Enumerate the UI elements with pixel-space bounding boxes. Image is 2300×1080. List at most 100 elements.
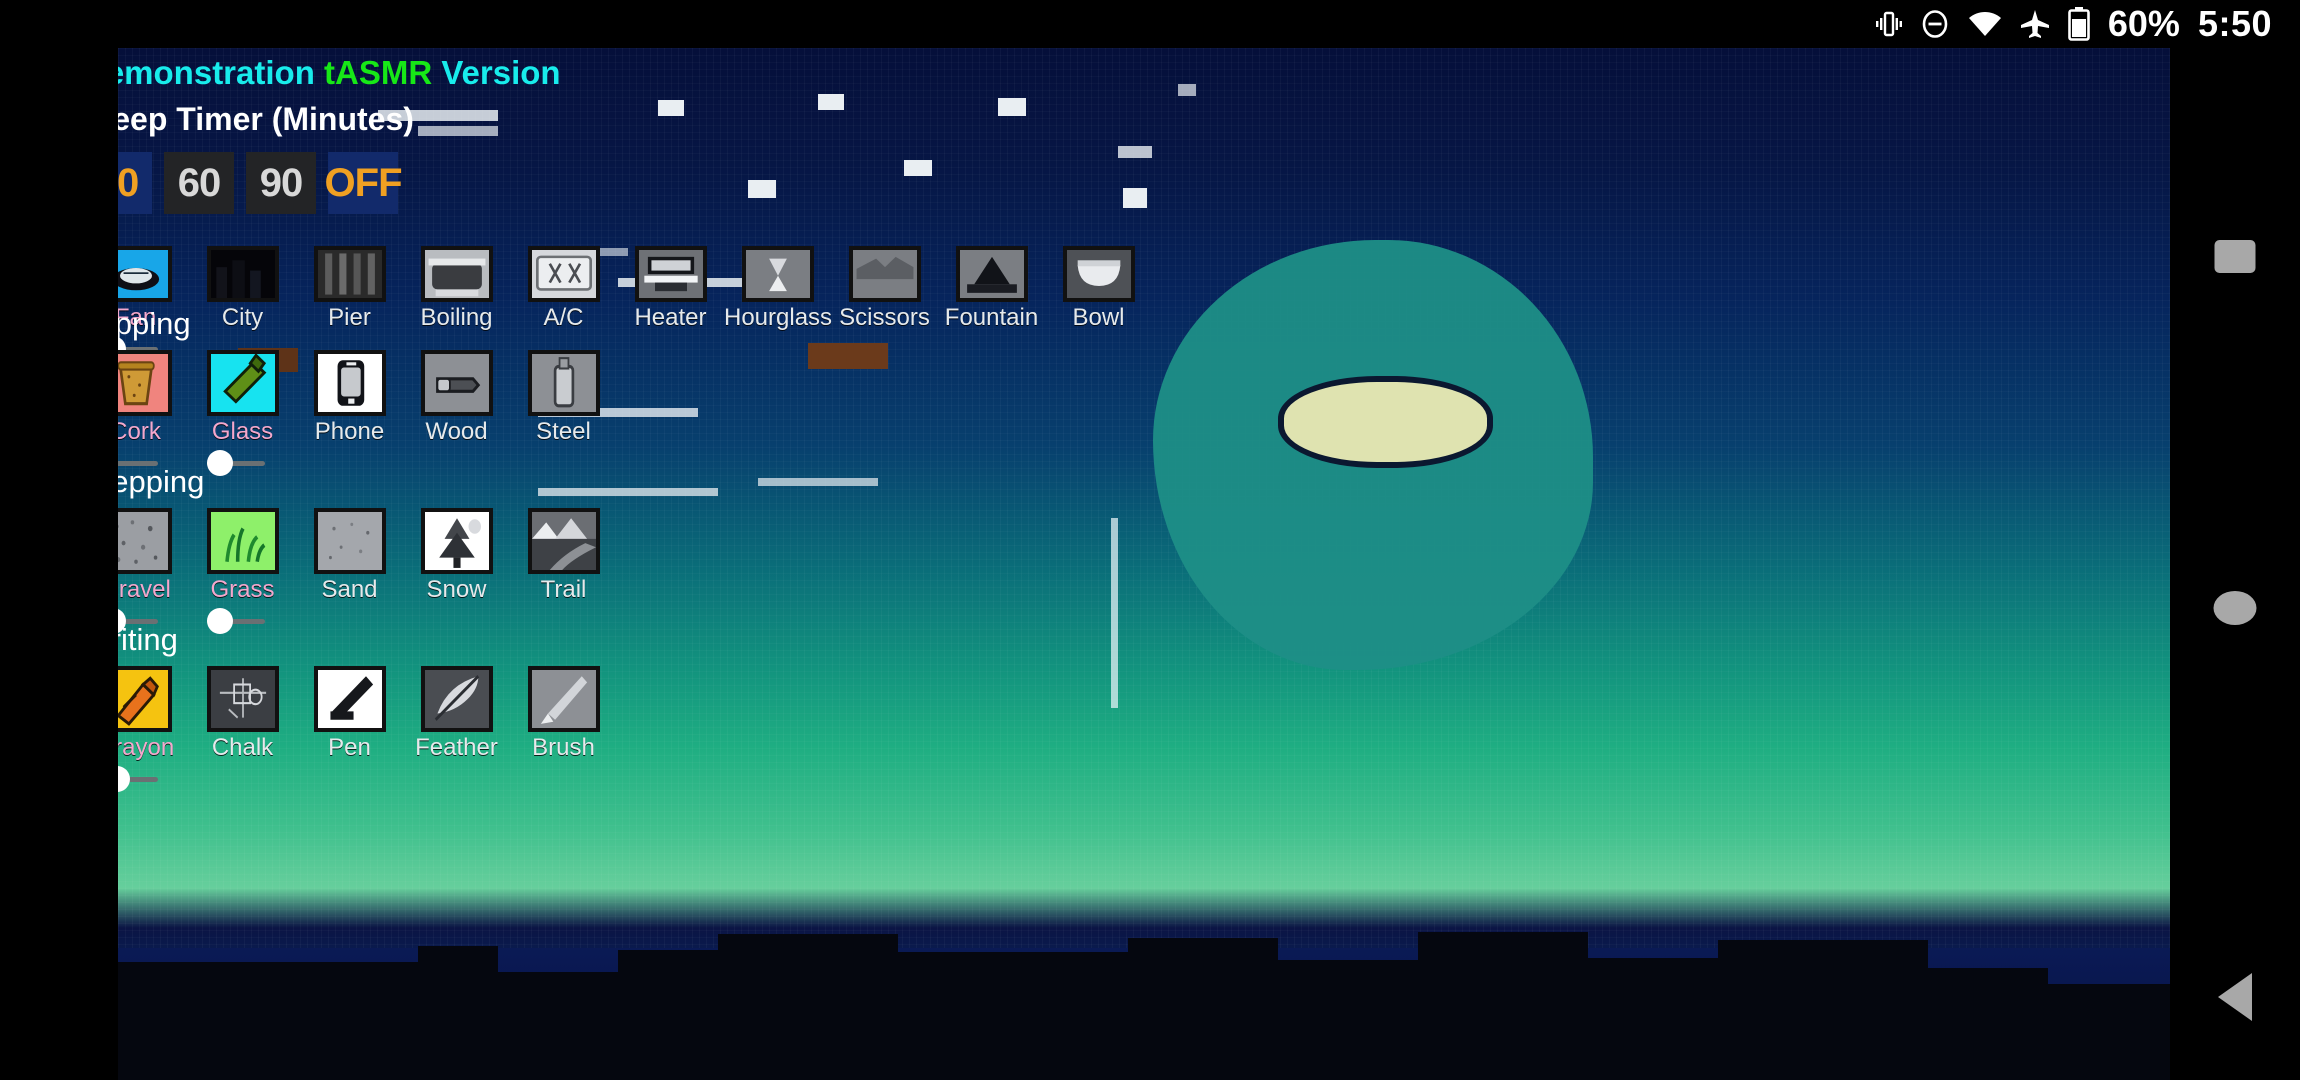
page-title-prefix: Demonstration	[118, 54, 315, 91]
grass-icon[interactable]	[206, 508, 279, 574]
sound-item-label: Phone	[314, 418, 385, 445]
home-circle-icon[interactable]	[2213, 591, 2257, 625]
ac-icon[interactable]	[527, 246, 600, 302]
sound-item-fountain[interactable]: Fountain	[938, 246, 1045, 362]
sound-item-steel[interactable]: Steel	[510, 350, 617, 476]
section-label-tapping: Tapping	[118, 306, 191, 341]
fountain-icon[interactable]	[955, 246, 1028, 302]
sound-item-crayon[interactable]: Crayon	[118, 666, 189, 792]
volume-slider[interactable]	[189, 450, 296, 476]
sound-item-pier[interactable]: Pier	[296, 246, 403, 362]
city-icon[interactable]	[206, 246, 279, 302]
volume-slider[interactable]	[189, 608, 296, 634]
volume-slider-knob[interactable]	[206, 608, 233, 634]
sound-item-fan[interactable]: Fan	[118, 246, 189, 362]
volume-slider-placeholder	[296, 450, 403, 476]
sound-item-label: Cork	[118, 418, 161, 445]
volume-slider[interactable]	[118, 766, 189, 792]
sound-item-sand[interactable]: Sand	[296, 508, 403, 634]
back-triangle-icon[interactable]	[2218, 973, 2252, 1021]
gravel-icon[interactable]	[118, 508, 172, 574]
sand-icon[interactable]	[313, 508, 386, 574]
hourglass-icon[interactable]	[741, 246, 814, 302]
sound-item-pen[interactable]: Pen	[296, 666, 403, 792]
sound-item-hourglass[interactable]: Hourglass	[724, 246, 833, 362]
pen-icon[interactable]	[313, 666, 386, 732]
volume-slider-placeholder	[296, 766, 403, 792]
sound-item-label: Hourglass	[724, 304, 833, 331]
sleep-timer-label: Sleep Timer (Minutes)	[118, 101, 414, 137]
sound-item-trail[interactable]: Trail	[510, 508, 617, 634]
phone-screen: 60% 5:50 monstration tASMR Version eep T…	[0, 0, 2300, 1080]
volume-slider-placeholder	[403, 450, 510, 476]
sound-item-bowl[interactable]: Bowl	[1045, 246, 1152, 362]
cork-icon[interactable]	[118, 350, 172, 416]
sound-item-label: Pen	[328, 734, 371, 761]
sound-item-heater[interactable]: Heater	[617, 246, 724, 362]
sound-item-cork[interactable]: Cork	[118, 350, 189, 476]
phone-icon[interactable]	[313, 350, 386, 416]
trail-icon[interactable]	[527, 508, 600, 574]
section-row-writing: Crayon Chalk Pen Feather Brush	[118, 666, 617, 792]
sleep-timer-option-30[interactable]: 30	[118, 152, 152, 214]
sound-item-a-c[interactable]: A/C	[510, 246, 617, 362]
brush-icon[interactable]	[527, 666, 600, 732]
sound-item-phone[interactable]: Phone	[296, 350, 403, 476]
steel-icon[interactable]	[527, 350, 600, 416]
sound-item-label: Pier	[328, 304, 371, 331]
sound-item-label: Snow	[426, 576, 487, 603]
heater-icon[interactable]	[634, 246, 707, 302]
pier-icon[interactable]	[313, 246, 386, 302]
sound-item-city[interactable]: City	[189, 246, 296, 362]
sound-item-boiling[interactable]: Boiling	[403, 246, 510, 362]
sleep-timer-options: 306090OFF	[118, 152, 403, 214]
volume-slider-placeholder	[510, 608, 617, 634]
feather-icon[interactable]	[420, 666, 493, 732]
glass-icon[interactable]	[206, 350, 279, 416]
section-row-tapping: Cork Glass Phone Wood Steel	[118, 350, 617, 476]
sound-item-label: Boiling	[420, 304, 493, 331]
page-title-suffix: Version	[432, 54, 561, 91]
wood-icon[interactable]	[420, 350, 493, 416]
do-not-disturb-icon	[1920, 9, 1950, 39]
page-title: Demonstration tASMR Version	[118, 54, 561, 92]
sound-item-glass[interactable]: Glass	[189, 350, 296, 476]
battery-icon	[2068, 7, 2090, 41]
sound-item-grass[interactable]: Grass	[189, 508, 296, 634]
snow-icon[interactable]	[420, 508, 493, 574]
bowl-icon[interactable]	[1062, 246, 1135, 302]
sound-item-label: Crayon	[118, 734, 175, 761]
sound-item-snow[interactable]: Snow	[403, 508, 510, 634]
sleep-timer-option-60[interactable]: 60	[164, 152, 234, 214]
volume-slider-placeholder	[724, 336, 831, 362]
sound-item-brush[interactable]: Brush	[510, 666, 617, 792]
sound-item-feather[interactable]: Feather	[403, 666, 510, 792]
volume-slider-placeholder	[617, 336, 724, 362]
recents-square-icon[interactable]	[2214, 240, 2256, 273]
sleep-timer-option-90[interactable]: 90	[246, 152, 316, 214]
sound-item-gravel[interactable]: Gravel	[118, 508, 189, 634]
sleep-timer-option-off[interactable]: OFF	[325, 152, 403, 214]
sound-item-scissors[interactable]: Scissors	[831, 246, 938, 362]
scissors-icon[interactable]	[848, 246, 921, 302]
boiling-icon[interactable]	[420, 246, 493, 302]
chalk-icon[interactable]	[206, 666, 279, 732]
vibrate-icon	[1875, 9, 1902, 39]
crayon-icon[interactable]	[118, 666, 172, 732]
status-bar: 60% 5:50	[0, 0, 2300, 48]
section-label-stepping: Stepping	[118, 464, 205, 499]
battery-percent: 60%	[2107, 3, 2180, 44]
sound-item-label: Gravel	[118, 576, 171, 603]
sound-item-wood[interactable]: Wood	[403, 350, 510, 476]
volume-slider-knob[interactable]	[118, 766, 131, 792]
sound-item-label: Heater	[634, 304, 707, 331]
fan-icon[interactable]	[118, 246, 172, 302]
sound-item-label: A/C	[543, 304, 584, 331]
volume-slider-knob[interactable]	[206, 450, 233, 476]
sound-item-label: Fountain	[944, 304, 1039, 331]
sound-item-label: Bowl	[1072, 304, 1125, 331]
sound-item-label: Feather	[415, 734, 498, 761]
sound-item-label: Brush	[532, 734, 595, 761]
volume-slider-placeholder	[510, 766, 617, 792]
sound-item-chalk[interactable]: Chalk	[189, 666, 296, 792]
